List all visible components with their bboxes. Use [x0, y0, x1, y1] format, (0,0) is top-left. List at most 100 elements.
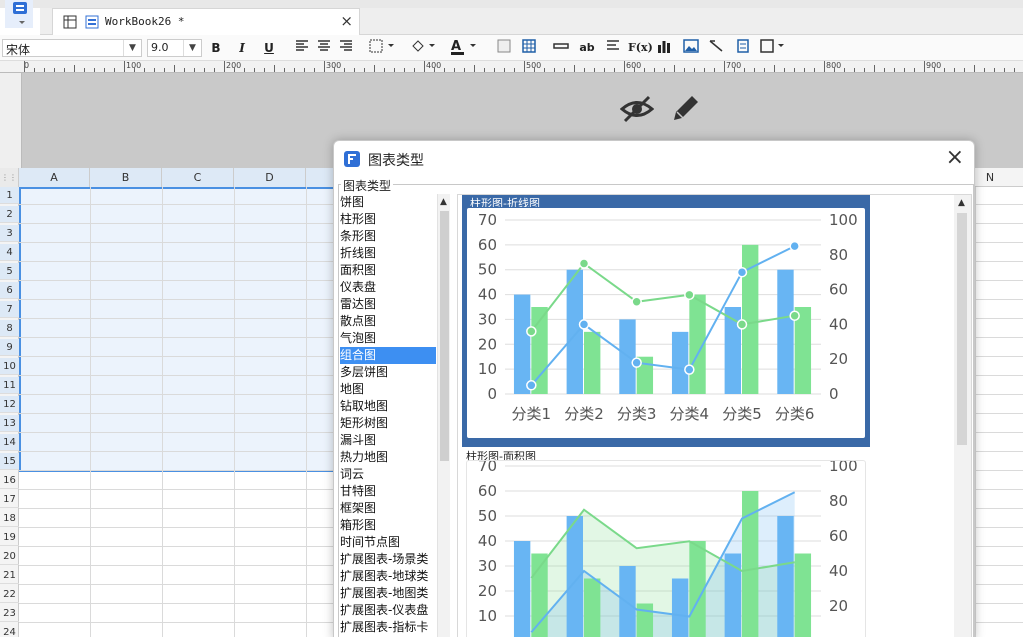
ruler-tick: [54, 68, 55, 72]
chart-type-item[interactable]: 矩形树图: [340, 415, 436, 432]
font-family-select[interactable]: 宋体 ▼: [2, 39, 142, 57]
chart-type-item[interactable]: 扩展图表-地球类: [340, 568, 436, 585]
row-header[interactable]: 4: [0, 244, 19, 261]
edit-pen-icon[interactable]: [670, 92, 702, 127]
chart-type-item[interactable]: 面积图: [340, 262, 436, 279]
chart-option-bar-line[interactable]: 柱形图-折线图 0 10 20 30 40 50 60 70 0 20 40 60 80 100 分类1 分类…: [462, 195, 870, 447]
row-header[interactable]: 24: [0, 624, 19, 637]
row-header[interactable]: 14: [0, 434, 19, 451]
selected-range[interactable]: [19, 187, 335, 472]
select-all-corner[interactable]: ⋮⋮: [0, 168, 19, 187]
row-header[interactable]: 10: [0, 358, 19, 375]
preview-scrollbar[interactable]: ▲: [954, 195, 971, 637]
row-header[interactable]: 1: [0, 187, 19, 204]
column-header-b[interactable]: B: [90, 168, 162, 187]
row-header[interactable]: 21: [0, 567, 19, 584]
chart-type-item[interactable]: 地图: [340, 381, 436, 398]
row-header[interactable]: 23: [0, 605, 19, 622]
border-icon[interactable]: [369, 39, 397, 57]
text-icon[interactable]: ab: [577, 39, 597, 57]
row-header[interactable]: 16: [0, 472, 19, 489]
row-header[interactable]: 11: [0, 377, 19, 394]
ruler-tick: [824, 61, 825, 72]
row-header[interactable]: 22: [0, 586, 19, 603]
row-header[interactable]: 5: [0, 263, 19, 280]
chart-icon[interactable]: [656, 39, 672, 57]
chart-type-item[interactable]: 框架图: [340, 500, 436, 517]
chart-type-item[interactable]: 散点图: [340, 313, 436, 330]
close-tab-button[interactable]: ×: [340, 12, 353, 30]
align-center-icon[interactable]: [316, 39, 332, 57]
chart-type-item[interactable]: 气泡图: [340, 330, 436, 347]
slash-icon[interactable]: [708, 39, 724, 57]
fill-color-icon[interactable]: [410, 39, 438, 57]
chart-type-item[interactable]: 雷达图: [340, 296, 436, 313]
chart-type-item[interactable]: 饼图: [340, 194, 436, 211]
row-header[interactable]: 12: [0, 396, 19, 413]
chart-option-bar-area[interactable]: 10 20 30 40 50 60 70 20 40 60 80 100: [466, 457, 866, 637]
font-size-select[interactable]: 9.0 ▼: [147, 39, 202, 57]
chart-type-item[interactable]: 组合图: [340, 347, 436, 364]
eye-hidden-icon[interactable]: [619, 94, 655, 127]
scroll-up-icon[interactable]: ▲: [958, 198, 965, 208]
align-left-icon[interactable]: [294, 39, 310, 57]
row-header[interactable]: 7: [0, 301, 19, 318]
chart-type-item[interactable]: 甘特图: [340, 483, 436, 500]
wrap-icon[interactable]: [605, 39, 621, 57]
chart-type-item[interactable]: 多层饼图: [340, 364, 436, 381]
chevron-down-icon[interactable]: ▼: [123, 40, 141, 56]
chart-type-item[interactable]: 折线图: [340, 245, 436, 262]
row-header[interactable]: 9: [0, 339, 19, 356]
column-header-n[interactable]: N: [975, 168, 1005, 187]
row-header[interactable]: 15: [0, 453, 19, 470]
chart-type-item[interactable]: 漏斗图: [340, 432, 436, 449]
underline-button[interactable]: U: [262, 39, 276, 57]
chart-type-item[interactable]: 时间节点图: [340, 534, 436, 551]
cell-format-icon[interactable]: [496, 39, 512, 57]
chart-type-item[interactable]: 词云: [340, 466, 436, 483]
row-header[interactable]: 13: [0, 415, 19, 432]
row-header[interactable]: 2: [0, 206, 19, 223]
row-header[interactable]: 17: [0, 491, 19, 508]
row-header[interactable]: 19: [0, 529, 19, 546]
font-color-icon[interactable]: A: [450, 39, 480, 57]
image-icon[interactable]: [682, 39, 700, 57]
scrollbar-thumb[interactable]: [957, 213, 967, 445]
chart-type-item[interactable]: 条形图: [340, 228, 436, 245]
chevron-down-icon[interactable]: ▼: [183, 40, 201, 56]
chart-type-item[interactable]: 扩展图表-指标卡: [340, 619, 436, 636]
tab-workbook[interactable]: WorkBook26 * ×: [52, 8, 360, 35]
column-header-d[interactable]: D: [234, 168, 306, 187]
row-header[interactable]: 20: [0, 548, 19, 565]
close-dialog-button[interactable]: ×: [946, 145, 964, 171]
bar: [671, 331, 689, 394]
row-header[interactable]: 6: [0, 282, 19, 299]
italic-button[interactable]: I: [235, 39, 249, 57]
chart-type-item[interactable]: 扩展图表-地图类: [340, 585, 436, 602]
chart-type-item[interactable]: 箱形图: [340, 517, 436, 534]
align-right-icon[interactable]: [338, 39, 354, 57]
chart-type-item[interactable]: 钻取地图: [340, 398, 436, 415]
column-header-partial[interactable]: [306, 168, 334, 187]
frame-icon[interactable]: [760, 39, 786, 57]
row-header[interactable]: 3: [0, 225, 19, 242]
chart-type-item[interactable]: 热力地图: [340, 449, 436, 466]
scrollbar-thumb[interactable]: [440, 211, 449, 461]
chart-type-item[interactable]: 扩展图表-场景类: [340, 551, 436, 568]
app-logo-icon[interactable]: [5, 0, 33, 28]
bold-button[interactable]: B: [209, 39, 223, 57]
formula-icon[interactable]: F(x): [628, 39, 653, 57]
column-header-a[interactable]: A: [19, 168, 90, 187]
merge-icon[interactable]: [552, 39, 570, 57]
bar: [777, 516, 794, 637]
chart-type-scrollbar[interactable]: ▲: [437, 194, 450, 637]
column-header-c[interactable]: C: [162, 168, 234, 187]
chart-type-item[interactable]: 仪表盘: [340, 279, 436, 296]
table-icon[interactable]: [521, 39, 537, 57]
row-header[interactable]: 8: [0, 320, 19, 337]
scroll-up-icon[interactable]: ▲: [440, 197, 447, 207]
form-icon[interactable]: [735, 39, 751, 57]
chart-type-item[interactable]: 扩展图表-仪表盘: [340, 602, 436, 619]
row-header[interactable]: 18: [0, 510, 19, 527]
chart-type-item[interactable]: 柱形图: [340, 211, 436, 228]
